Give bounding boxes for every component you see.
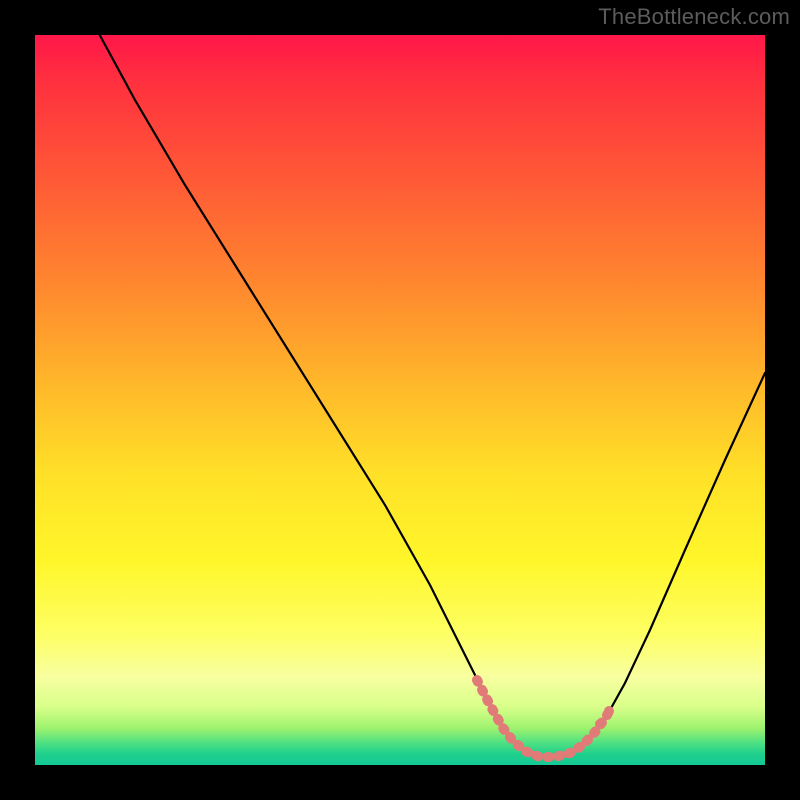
plot-area <box>35 35 765 765</box>
curve-svg <box>35 35 765 765</box>
highlight-dot <box>604 706 614 716</box>
chart-frame: TheBottleneck.com <box>0 0 800 800</box>
highlight-dot <box>595 719 605 729</box>
highlight-segment <box>477 680 611 757</box>
watermark-text: TheBottleneck.com <box>598 4 790 30</box>
bottleneck-curve <box>97 30 765 757</box>
